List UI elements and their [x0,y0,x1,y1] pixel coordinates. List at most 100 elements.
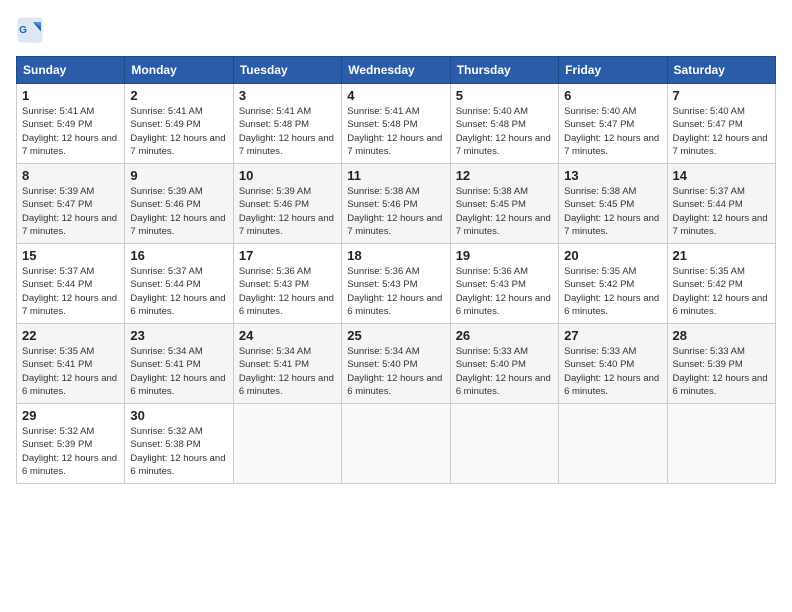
day-number: 18 [347,248,444,263]
weekday-header-sunday: Sunday [17,57,125,84]
calendar-cell: 5 Sunrise: 5:40 AM Sunset: 5:48 PM Dayli… [450,84,558,164]
calendar-cell: 3 Sunrise: 5:41 AM Sunset: 5:48 PM Dayli… [233,84,341,164]
day-details: Sunrise: 5:36 AM Sunset: 5:43 PM Dayligh… [456,265,553,318]
calendar-cell: 26 Sunrise: 5:33 AM Sunset: 5:40 PM Dayl… [450,324,558,404]
day-details: Sunrise: 5:40 AM Sunset: 5:47 PM Dayligh… [673,105,770,158]
calendar-week-4: 22 Sunrise: 5:35 AM Sunset: 5:41 PM Dayl… [17,324,776,404]
weekday-header-wednesday: Wednesday [342,57,450,84]
day-number: 13 [564,168,661,183]
calendar-cell: 16 Sunrise: 5:37 AM Sunset: 5:44 PM Dayl… [125,244,233,324]
calendar-cell: 7 Sunrise: 5:40 AM Sunset: 5:47 PM Dayli… [667,84,775,164]
calendar-body: 1 Sunrise: 5:41 AM Sunset: 5:49 PM Dayli… [17,84,776,484]
day-number: 20 [564,248,661,263]
calendar-cell: 29 Sunrise: 5:32 AM Sunset: 5:39 PM Dayl… [17,404,125,484]
calendar-cell: 18 Sunrise: 5:36 AM Sunset: 5:43 PM Dayl… [342,244,450,324]
day-details: Sunrise: 5:41 AM Sunset: 5:48 PM Dayligh… [239,105,336,158]
calendar-week-1: 1 Sunrise: 5:41 AM Sunset: 5:49 PM Dayli… [17,84,776,164]
calendar-header-row: SundayMondayTuesdayWednesdayThursdayFrid… [17,57,776,84]
day-number: 25 [347,328,444,343]
day-details: Sunrise: 5:36 AM Sunset: 5:43 PM Dayligh… [239,265,336,318]
calendar-cell: 19 Sunrise: 5:36 AM Sunset: 5:43 PM Dayl… [450,244,558,324]
calendar-cell [342,404,450,484]
weekday-header-monday: Monday [125,57,233,84]
day-details: Sunrise: 5:41 AM Sunset: 5:48 PM Dayligh… [347,105,444,158]
calendar-cell: 4 Sunrise: 5:41 AM Sunset: 5:48 PM Dayli… [342,84,450,164]
day-details: Sunrise: 5:37 AM Sunset: 5:44 PM Dayligh… [22,265,119,318]
day-number: 5 [456,88,553,103]
calendar-cell: 12 Sunrise: 5:38 AM Sunset: 5:45 PM Dayl… [450,164,558,244]
day-number: 21 [673,248,770,263]
day-details: Sunrise: 5:34 AM Sunset: 5:41 PM Dayligh… [130,345,227,398]
day-number: 10 [239,168,336,183]
day-number: 24 [239,328,336,343]
day-number: 4 [347,88,444,103]
day-details: Sunrise: 5:37 AM Sunset: 5:44 PM Dayligh… [673,185,770,238]
day-details: Sunrise: 5:35 AM Sunset: 5:42 PM Dayligh… [564,265,661,318]
day-details: Sunrise: 5:38 AM Sunset: 5:45 PM Dayligh… [456,185,553,238]
day-number: 15 [22,248,119,263]
day-number: 19 [456,248,553,263]
logo: G [16,16,48,44]
calendar-cell: 22 Sunrise: 5:35 AM Sunset: 5:41 PM Dayl… [17,324,125,404]
day-number: 11 [347,168,444,183]
calendar-cell: 2 Sunrise: 5:41 AM Sunset: 5:49 PM Dayli… [125,84,233,164]
calendar-cell: 30 Sunrise: 5:32 AM Sunset: 5:38 PM Dayl… [125,404,233,484]
calendar-cell: 23 Sunrise: 5:34 AM Sunset: 5:41 PM Dayl… [125,324,233,404]
weekday-header-saturday: Saturday [667,57,775,84]
day-details: Sunrise: 5:39 AM Sunset: 5:46 PM Dayligh… [239,185,336,238]
page-header: G [16,16,776,44]
day-number: 22 [22,328,119,343]
day-number: 30 [130,408,227,423]
day-number: 6 [564,88,661,103]
day-details: Sunrise: 5:35 AM Sunset: 5:42 PM Dayligh… [673,265,770,318]
day-details: Sunrise: 5:38 AM Sunset: 5:45 PM Dayligh… [564,185,661,238]
day-details: Sunrise: 5:34 AM Sunset: 5:41 PM Dayligh… [239,345,336,398]
calendar-cell: 21 Sunrise: 5:35 AM Sunset: 5:42 PM Dayl… [667,244,775,324]
calendar-cell: 17 Sunrise: 5:36 AM Sunset: 5:43 PM Dayl… [233,244,341,324]
calendar-cell: 1 Sunrise: 5:41 AM Sunset: 5:49 PM Dayli… [17,84,125,164]
day-details: Sunrise: 5:32 AM Sunset: 5:38 PM Dayligh… [130,425,227,478]
day-number: 9 [130,168,227,183]
weekday-header-tuesday: Tuesday [233,57,341,84]
day-details: Sunrise: 5:39 AM Sunset: 5:46 PM Dayligh… [130,185,227,238]
day-details: Sunrise: 5:36 AM Sunset: 5:43 PM Dayligh… [347,265,444,318]
calendar-cell: 9 Sunrise: 5:39 AM Sunset: 5:46 PM Dayli… [125,164,233,244]
logo-icon: G [16,16,44,44]
calendar-week-3: 15 Sunrise: 5:37 AM Sunset: 5:44 PM Dayl… [17,244,776,324]
day-number: 3 [239,88,336,103]
day-details: Sunrise: 5:41 AM Sunset: 5:49 PM Dayligh… [130,105,227,158]
calendar-cell: 6 Sunrise: 5:40 AM Sunset: 5:47 PM Dayli… [559,84,667,164]
calendar-cell: 10 Sunrise: 5:39 AM Sunset: 5:46 PM Dayl… [233,164,341,244]
calendar-cell: 24 Sunrise: 5:34 AM Sunset: 5:41 PM Dayl… [233,324,341,404]
calendar-table: SundayMondayTuesdayWednesdayThursdayFrid… [16,56,776,484]
day-details: Sunrise: 5:34 AM Sunset: 5:40 PM Dayligh… [347,345,444,398]
day-number: 8 [22,168,119,183]
calendar-cell: 28 Sunrise: 5:33 AM Sunset: 5:39 PM Dayl… [667,324,775,404]
day-number: 12 [456,168,553,183]
day-details: Sunrise: 5:33 AM Sunset: 5:40 PM Dayligh… [456,345,553,398]
calendar-week-5: 29 Sunrise: 5:32 AM Sunset: 5:39 PM Dayl… [17,404,776,484]
calendar-cell: 20 Sunrise: 5:35 AM Sunset: 5:42 PM Dayl… [559,244,667,324]
day-number: 26 [456,328,553,343]
day-details: Sunrise: 5:41 AM Sunset: 5:49 PM Dayligh… [22,105,119,158]
calendar-cell: 27 Sunrise: 5:33 AM Sunset: 5:40 PM Dayl… [559,324,667,404]
day-number: 29 [22,408,119,423]
weekday-header-thursday: Thursday [450,57,558,84]
calendar-cell: 8 Sunrise: 5:39 AM Sunset: 5:47 PM Dayli… [17,164,125,244]
day-details: Sunrise: 5:40 AM Sunset: 5:48 PM Dayligh… [456,105,553,158]
calendar-cell: 11 Sunrise: 5:38 AM Sunset: 5:46 PM Dayl… [342,164,450,244]
day-number: 28 [673,328,770,343]
day-number: 14 [673,168,770,183]
calendar-cell: 15 Sunrise: 5:37 AM Sunset: 5:44 PM Dayl… [17,244,125,324]
day-number: 2 [130,88,227,103]
calendar-cell [559,404,667,484]
calendar-cell: 13 Sunrise: 5:38 AM Sunset: 5:45 PM Dayl… [559,164,667,244]
day-number: 16 [130,248,227,263]
day-details: Sunrise: 5:40 AM Sunset: 5:47 PM Dayligh… [564,105,661,158]
weekday-header-friday: Friday [559,57,667,84]
day-number: 7 [673,88,770,103]
calendar-cell [667,404,775,484]
day-details: Sunrise: 5:33 AM Sunset: 5:39 PM Dayligh… [673,345,770,398]
calendar-cell [233,404,341,484]
day-details: Sunrise: 5:37 AM Sunset: 5:44 PM Dayligh… [130,265,227,318]
